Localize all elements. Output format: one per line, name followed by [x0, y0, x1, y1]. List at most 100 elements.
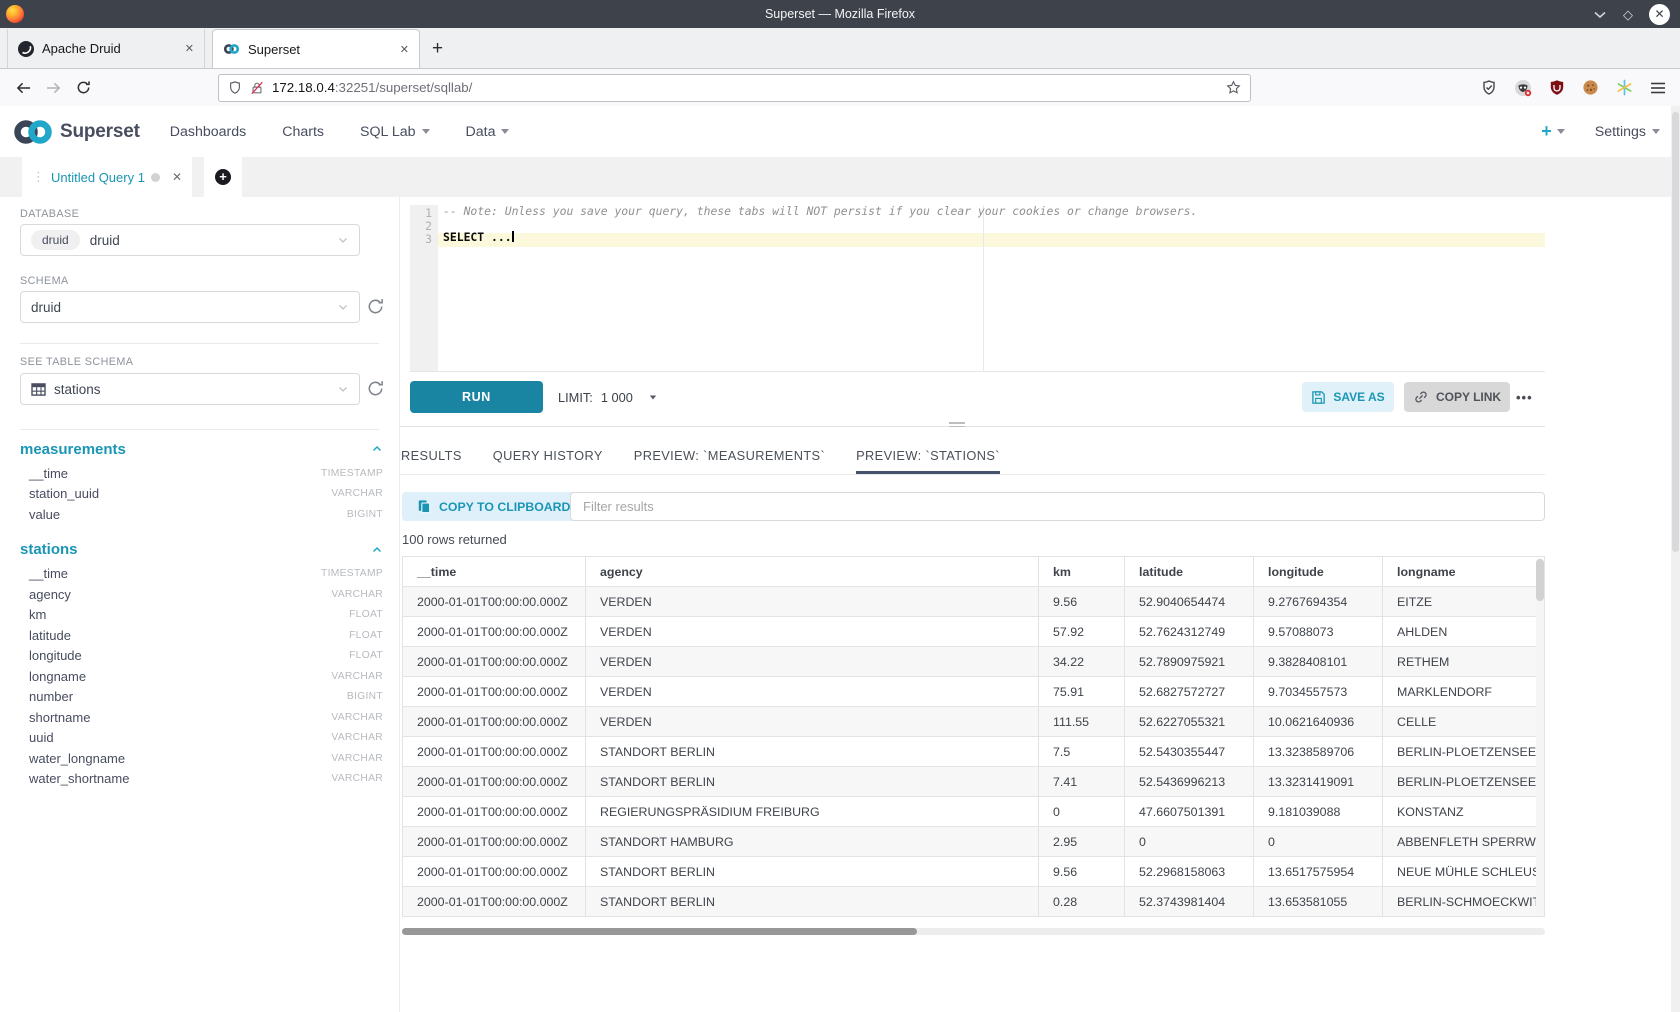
- window-maximize-icon[interactable]: ◇: [1623, 8, 1633, 21]
- more-options-button[interactable]: •••: [1516, 382, 1533, 412]
- schema-column-row[interactable]: longitudeFLOAT: [20, 646, 383, 667]
- schema-column-row[interactable]: uuidVARCHAR: [20, 728, 383, 749]
- settings-menu[interactable]: Settings: [1595, 124, 1660, 140]
- snowflake-extension-icon[interactable]: [1616, 79, 1633, 96]
- superset-infinity-icon: [12, 118, 54, 146]
- forward-button[interactable]: [38, 82, 68, 94]
- copy-to-clipboard-button[interactable]: COPY TO CLIPBOARD: [402, 492, 585, 521]
- tracking-shield-icon[interactable]: [228, 80, 242, 95]
- table-schema-label: SEE TABLE SCHEMA: [20, 356, 133, 368]
- copy-link-button[interactable]: COPY LINK: [1404, 382, 1510, 412]
- nav-data[interactable]: Data: [466, 124, 510, 140]
- pane-divider[interactable]: [400, 426, 1545, 427]
- schema-column-row[interactable]: shortnameVARCHAR: [20, 707, 383, 728]
- results-table-body: 2000-01-01T00:00:00.000ZVERDEN9.5652.904…: [403, 587, 1545, 917]
- druid-favicon: [18, 41, 34, 57]
- new-tab-button[interactable]: +: [432, 38, 443, 60]
- results-col-header[interactable]: agency: [586, 557, 1039, 587]
- scrollbar-thumb[interactable]: [402, 928, 917, 935]
- schema-column-row[interactable]: longnameVARCHAR: [20, 666, 383, 687]
- chevron-down-icon: [337, 301, 349, 313]
- editor-gutter: 123: [410, 205, 438, 371]
- results-header-row: __timeagencykmlatitudelongitudelongname: [403, 557, 1545, 587]
- schema-column-row[interactable]: kmFLOAT: [20, 605, 383, 626]
- schema-column-row[interactable]: station_uuidVARCHAR: [20, 484, 383, 505]
- drag-handle-icon[interactable]: ⋮: [32, 169, 44, 185]
- database-select[interactable]: druid druid: [20, 224, 360, 256]
- nav-dashboards[interactable]: Dashboards: [170, 124, 247, 140]
- back-button[interactable]: [8, 82, 38, 94]
- results-row: 2000-01-01T00:00:00.000ZSTANDORT BERLIN7…: [403, 767, 1545, 797]
- schema-column-row[interactable]: numberBIGINT: [20, 687, 383, 708]
- window-minimize-icon[interactable]: [1593, 10, 1607, 19]
- editor-code[interactable]: -- Note: Unless you save your query, the…: [438, 205, 1545, 371]
- sqllab-sidebar: DATABASE druid druid SCHEMA druid SEE TA…: [0, 197, 400, 1012]
- url-bar[interactable]: 172.18.0.4:32251/superset/sqllab/: [218, 74, 1251, 102]
- pane-drag-handle-icon[interactable]: [949, 422, 965, 429]
- chevron-up-icon[interactable]: [371, 544, 383, 556]
- chevron-down-icon: [1652, 129, 1660, 134]
- cookie-extension-icon[interactable]: [1582, 79, 1599, 96]
- ublock-extension-icon[interactable]: [1549, 79, 1565, 96]
- results-tab[interactable]: PREVIEW: `MEASUREMENTS`: [634, 437, 825, 474]
- table-horizontal-scrollbar[interactable]: [402, 928, 1545, 935]
- editor-line-select: SELECT ...: [438, 231, 1545, 244]
- superset-logo[interactable]: Superset: [12, 118, 140, 146]
- schema-column-row[interactable]: __timeTIMESTAMP: [20, 463, 383, 484]
- refresh-table-button[interactable]: [366, 379, 386, 399]
- schema-table-header[interactable]: stations: [20, 536, 383, 564]
- tab-close-icon[interactable]: ✕: [185, 42, 194, 55]
- results-col-header[interactable]: longname: [1383, 557, 1545, 587]
- limit-control[interactable]: LIMIT: 1 000: [558, 381, 657, 413]
- schema-column-row[interactable]: latitudeFLOAT: [20, 625, 383, 646]
- rows-returned-label: 100 rows returned: [402, 532, 507, 547]
- tab-state-dot: [151, 173, 160, 182]
- containers-mask-extension-icon[interactable]: [1514, 79, 1532, 97]
- refresh-schema-button[interactable]: [366, 297, 386, 317]
- results-table: __timeagencykmlatitudelongitudelongname …: [402, 556, 1545, 917]
- editor-line-blank: [438, 218, 1545, 231]
- schema-column-row[interactable]: agencyVARCHAR: [20, 584, 383, 605]
- copy-icon: [417, 499, 431, 514]
- browser-tab-superset[interactable]: Superset ✕: [212, 29, 420, 68]
- scrollbar-thumb[interactable]: [1536, 559, 1544, 601]
- insecure-lock-icon[interactable]: [250, 81, 264, 95]
- chevron-up-icon[interactable]: [371, 443, 383, 455]
- run-button[interactable]: RUN: [410, 381, 543, 413]
- shield-check-extension-icon[interactable]: [1481, 79, 1497, 96]
- save-as-button[interactable]: SAVE AS: [1302, 382, 1394, 412]
- reload-button[interactable]: [68, 80, 98, 95]
- results-col-header[interactable]: km: [1039, 557, 1125, 587]
- window-close-button[interactable]: ✕: [1649, 4, 1670, 25]
- query-tab-active[interactable]: ⋮ Untitled Query 1 ✕: [22, 157, 192, 197]
- bookmark-star-icon[interactable]: [1226, 80, 1241, 95]
- schema-column-row[interactable]: valueBIGINT: [20, 504, 383, 525]
- results-col-header[interactable]: latitude: [1125, 557, 1254, 587]
- schema-column-row[interactable]: water_shortnameVARCHAR: [20, 769, 383, 790]
- tab-close-icon[interactable]: ✕: [400, 43, 409, 56]
- results-col-header[interactable]: __time: [403, 557, 586, 587]
- add-query-tab-button[interactable]: +: [204, 157, 242, 197]
- results-tab[interactable]: QUERY HISTORY: [493, 437, 603, 474]
- sql-editor[interactable]: 123 -- Note: Unless you save your query,…: [410, 205, 1545, 372]
- table-vertical-scrollbar[interactable]: [1536, 558, 1544, 914]
- schema-select[interactable]: druid: [20, 291, 360, 323]
- results-col-header[interactable]: longitude: [1254, 557, 1383, 587]
- new-item-button[interactable]: +: [1541, 121, 1565, 142]
- query-tab-close-icon[interactable]: ✕: [172, 170, 182, 184]
- schema-table-header[interactable]: measurements: [20, 435, 383, 463]
- chevron-down-icon: [650, 395, 656, 399]
- browser-tab-druid[interactable]: Apache Druid ✕: [7, 29, 205, 68]
- results-row: 2000-01-01T00:00:00.000ZSTANDORT HAMBURG…: [403, 827, 1545, 857]
- nav-sql-lab[interactable]: SQL Lab: [360, 124, 429, 140]
- filter-results-input[interactable]: [570, 492, 1545, 521]
- results-tab[interactable]: RESULTS: [401, 437, 462, 474]
- nav-charts[interactable]: Charts: [282, 124, 324, 140]
- results-tab[interactable]: PREVIEW: `STATIONS`: [856, 437, 1000, 474]
- table-select[interactable]: stations: [20, 373, 360, 405]
- schema-column-row[interactable]: water_longnameVARCHAR: [20, 748, 383, 769]
- page-scrollbar[interactable]: [1671, 106, 1680, 1012]
- schema-column-row[interactable]: __timeTIMESTAMP: [20, 564, 383, 585]
- scrollbar-thumb[interactable]: [1672, 112, 1679, 552]
- menu-hamburger-icon[interactable]: [1650, 81, 1666, 95]
